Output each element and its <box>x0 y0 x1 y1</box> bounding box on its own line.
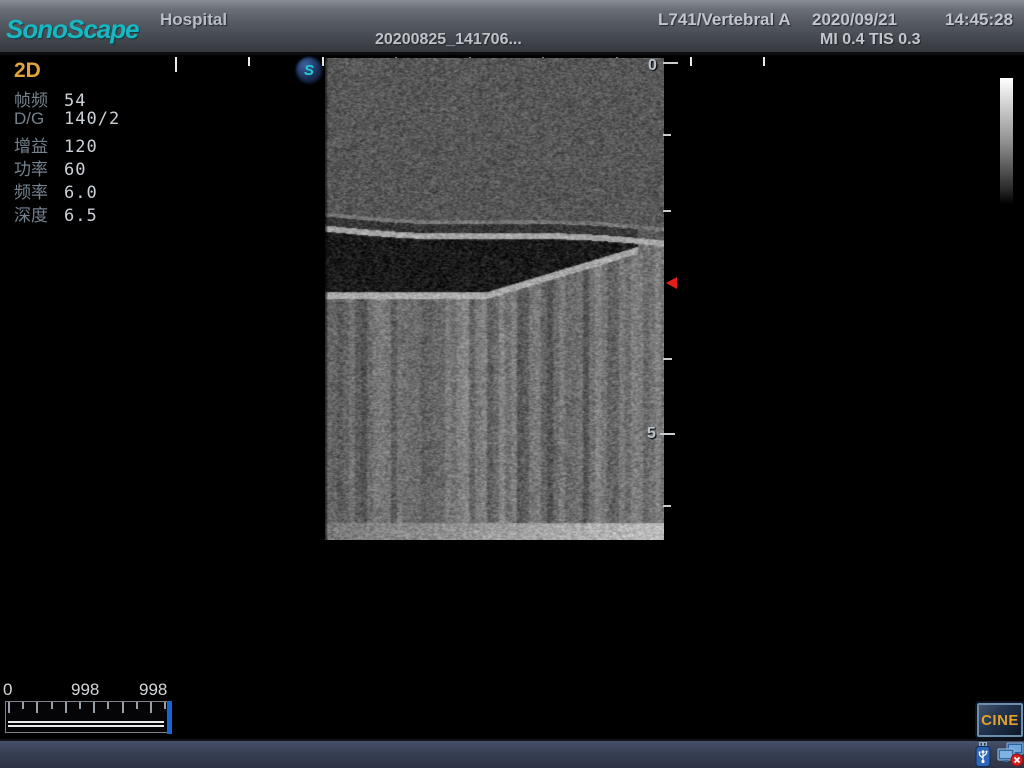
focus-position-marker-icon <box>666 277 677 289</box>
depth-ruler-tick <box>663 62 678 64</box>
depth-ruler-tick <box>663 358 672 360</box>
usb-icon[interactable] <box>973 742 993 767</box>
hospital-name: Hospital <box>160 10 227 30</box>
cine-ruler-tick <box>8 702 10 713</box>
param-value: 54 <box>64 91 86 111</box>
param-row: 帧频54 <box>14 86 86 111</box>
cine-ruler-tick <box>65 702 67 713</box>
cine-start-label: 0 <box>3 680 12 700</box>
param-value: 140/2 <box>64 109 120 129</box>
cine-ruler-tick <box>122 702 124 713</box>
cine-ruler-tick <box>150 702 152 713</box>
cine-ruler-tick <box>136 702 138 709</box>
width-ruler-tick <box>763 57 765 66</box>
header-bar: SonoScape Hospital L741/Vertebral A 2020… <box>0 0 1024 55</box>
network-error-icon[interactable] <box>996 742 1024 767</box>
width-ruler-tick <box>322 57 324 66</box>
depth-ruler-tick <box>660 433 675 435</box>
param-row: 功率60 <box>14 155 86 180</box>
param-row: 深度6.5 <box>14 201 98 226</box>
probe-marker-letter: S <box>304 62 314 79</box>
cine-ruler-tick <box>107 702 109 709</box>
cine-ruler-tick <box>22 702 24 709</box>
exam-id: 20200825_141706... <box>375 31 522 49</box>
cine-current-label: 998 <box>71 680 99 700</box>
cine-ruler-tick <box>93 702 95 713</box>
param-value: 60 <box>64 160 86 180</box>
date-display: 2020/09/21 <box>812 10 897 30</box>
param-label: 增益 <box>14 132 64 157</box>
depth-label-0: 0 <box>648 57 657 75</box>
width-ruler-tick <box>690 57 692 66</box>
param-label: 频率 <box>14 178 64 203</box>
param-label: 帧频 <box>14 86 64 111</box>
cine-scrubber[interactable] <box>5 701 169 733</box>
depth-ruler-tick <box>663 210 671 212</box>
param-value: 6.5 <box>64 206 98 226</box>
cine-total-label: 998 <box>139 680 167 700</box>
param-value: 120 <box>64 137 98 157</box>
param-row: 增益120 <box>14 132 98 157</box>
depth-ruler-tick <box>663 134 671 136</box>
param-label: 深度 <box>14 201 64 226</box>
cine-position-indicator[interactable] <box>167 701 172 734</box>
cine-ruler-tick <box>36 702 38 713</box>
probe-orientation-marker-icon: S <box>296 57 322 83</box>
cine-ruler-tick <box>164 702 166 709</box>
status-bar <box>0 739 1024 768</box>
cine-ruler-tick <box>51 702 53 709</box>
cine-button[interactable]: CINE <box>977 703 1023 737</box>
time-display: 14:45:28 <box>945 10 1013 30</box>
param-value: 6.0 <box>64 183 98 203</box>
width-ruler-tick <box>175 57 177 72</box>
grayscale-bar <box>1000 78 1013 204</box>
param-row: D/G140/2 <box>14 109 120 129</box>
ultrasound-image[interactable] <box>325 58 664 540</box>
mi-tis-display: MI 0.4 TIS 0.3 <box>820 31 920 49</box>
sonoscape-logo: SonoScape <box>6 14 139 45</box>
imaging-mode-label: 2D <box>14 59 41 83</box>
probe-preset: L741/Vertebral A <box>658 10 791 30</box>
width-ruler-tick <box>248 57 250 66</box>
depth-label-5: 5 <box>647 425 656 443</box>
ultrasound-system-screen: SonoScape Hospital L741/Vertebral A 2020… <box>0 0 1024 768</box>
depth-ruler-tick <box>663 505 671 507</box>
cine-track[interactable] <box>8 721 164 727</box>
param-label: D/G <box>14 109 64 129</box>
cine-ruler-tick <box>79 702 81 709</box>
param-label: 功率 <box>14 155 64 180</box>
cine-button-label: CINE <box>981 712 1019 729</box>
param-row: 频率6.0 <box>14 178 98 203</box>
